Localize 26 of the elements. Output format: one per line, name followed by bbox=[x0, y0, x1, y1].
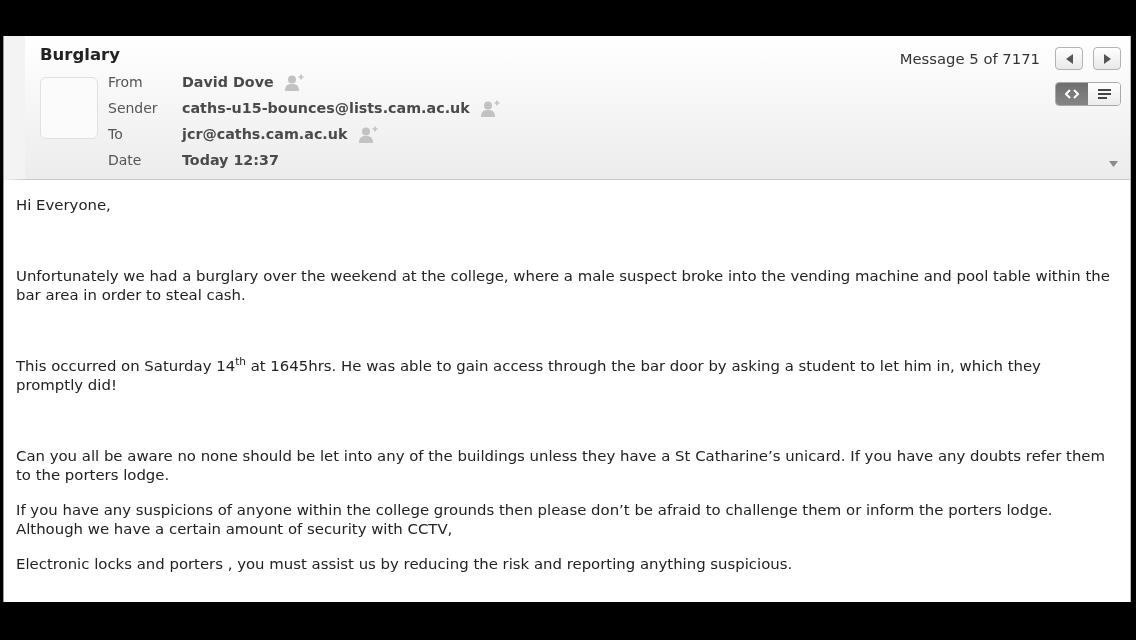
field-label: Date bbox=[108, 152, 142, 168]
dropdown-triangle-icon[interactable] bbox=[1109, 161, 1118, 167]
body-paragraph: Unfortunately we had a burglary over the weekend at the college, where a male suspect broke into the vending machine and pool table within the bar area in order to steal cash. bbox=[16, 267, 1110, 305]
code-icon bbox=[1065, 89, 1079, 99]
left-triangle-icon bbox=[1065, 53, 1073, 64]
field-label: To bbox=[108, 126, 123, 142]
next-button[interactable] bbox=[1093, 47, 1121, 70]
body-paragraph: This occurred on Saturday 14$^{th}$ at 1645hrs. He was able to gain access through the bar door by asking a student to let him in, which they promptly did! bbox=[16, 357, 1041, 395]
view-mode-button[interactable] bbox=[1056, 83, 1088, 105]
message-counter: Message 5 of 7171 bbox=[899, 50, 1040, 67]
message-subject: Burglary bbox=[40, 44, 120, 66]
field-value[interactable]: David Dove bbox=[182, 74, 274, 90]
avatar-placeholder bbox=[40, 77, 98, 139]
field-value: Today 12:37 bbox=[182, 152, 279, 168]
body-paragraph: Hi Everyone, bbox=[16, 196, 111, 215]
previous-button[interactable] bbox=[1055, 47, 1083, 70]
right-triangle-icon bbox=[1103, 53, 1111, 64]
body-paragraph: If you have any suspicions of anyone within the college grounds then please don’t be afraid to challenge them or inform the porters lodge. Although we have a certain amount of security with CCTV, bbox=[16, 501, 1053, 539]
lines-icon bbox=[1097, 89, 1111, 99]
body-paragraph: Can you all be aware no none should be let into any of the buildings unless they have a St Catharine’s unicard. If you have any doubts refer them to the porters lodge. bbox=[16, 447, 1106, 485]
body-paragraph: Electronic locks and porters , you must assist us by reducing the risk and reporting anything suspicious. bbox=[16, 555, 793, 574]
view-mode-button[interactable] bbox=[1088, 83, 1120, 105]
field-value[interactable]: caths-u15-bounces@lists.cam.ac.uk bbox=[182, 100, 470, 116]
field-label: Sender bbox=[108, 100, 158, 116]
field-label: From bbox=[108, 74, 143, 90]
field-value[interactable]: jcr@caths.cam.ac.uk bbox=[182, 126, 348, 142]
